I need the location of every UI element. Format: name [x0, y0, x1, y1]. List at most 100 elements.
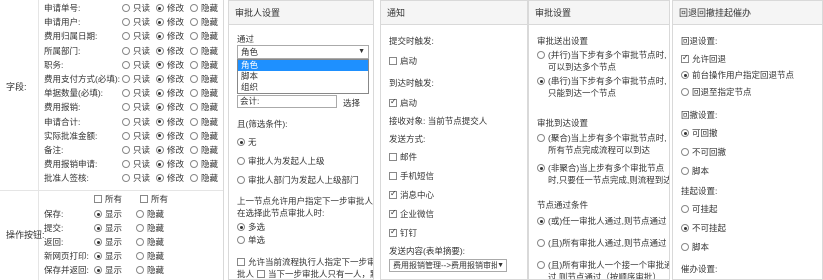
radio[interactable]: [121, 103, 130, 112]
radio[interactable]: [237, 138, 245, 146]
radio[interactable]: [189, 103, 198, 112]
radio[interactable]: [189, 117, 198, 126]
dropdown-option[interactable]: 角色: [238, 60, 368, 71]
field-option[interactable]: 隐藏: [189, 144, 218, 156]
radio-option[interactable]: 多选: [237, 221, 265, 233]
content-select[interactable]: 费用报销管理-->费用报销审批 ▼: [389, 259, 507, 272]
radio-option[interactable]: 不可回撤: [681, 146, 726, 158]
checkbox[interactable]: [389, 57, 397, 65]
radio[interactable]: [121, 174, 130, 183]
radio[interactable]: [155, 117, 164, 126]
button-option[interactable]: 隐藏: [136, 264, 164, 276]
radio-option[interactable]: (并行)当下步有多个审批节点时,可以到达多个节点: [537, 49, 669, 73]
field-option[interactable]: 隐藏: [189, 16, 218, 28]
field-option[interactable]: 修改: [155, 16, 184, 28]
checkbox[interactable]: [389, 97, 397, 107]
radio[interactable]: [155, 103, 164, 112]
radio[interactable]: [537, 134, 545, 142]
field-option[interactable]: 修改: [155, 30, 184, 42]
allow-current-option[interactable]: 允许当前流程执行人指定下一步审: [237, 256, 373, 268]
radio[interactable]: [94, 252, 102, 260]
field-option[interactable]: 修改: [155, 2, 184, 14]
checkbox[interactable]: [389, 227, 397, 237]
radio-option[interactable]: (或)任一审批人通过,则节点通过: [537, 215, 669, 227]
field-option[interactable]: 修改: [155, 45, 184, 57]
checkbox[interactable]: [681, 53, 689, 63]
field-option[interactable]: 隐藏: [189, 45, 218, 57]
radio[interactable]: [537, 164, 545, 172]
checkbox[interactable]: [389, 189, 397, 199]
accountant-field[interactable]: 会计:: [237, 95, 337, 108]
button-option[interactable]: 显示: [94, 236, 122, 248]
button-option[interactable]: 隐藏: [136, 250, 164, 262]
field-option[interactable]: 只读: [121, 116, 150, 128]
field-option[interactable]: 只读: [121, 101, 150, 113]
radio[interactable]: [155, 160, 164, 169]
field-option[interactable]: 隐藏: [189, 73, 218, 85]
radio[interactable]: [537, 261, 545, 269]
radio-option[interactable]: 无: [237, 136, 257, 148]
field-option[interactable]: 修改: [155, 130, 184, 142]
field-option[interactable]: 修改: [155, 59, 184, 71]
approver-type-select[interactable]: 角色 ▼: [237, 45, 369, 59]
select-button[interactable]: 选择: [343, 97, 360, 109]
field-option[interactable]: 只读: [121, 144, 150, 156]
radio[interactable]: [189, 4, 198, 12]
field-option[interactable]: 只读: [121, 87, 150, 99]
radio[interactable]: [681, 167, 689, 175]
radio[interactable]: [189, 146, 198, 154]
checkbox[interactable]: [257, 270, 266, 278]
radio[interactable]: [155, 32, 164, 41]
radio[interactable]: [155, 46, 164, 55]
radio-option[interactable]: 前台操作用户指定回退节点: [681, 69, 794, 81]
radio[interactable]: [537, 77, 545, 85]
radio[interactable]: [136, 224, 145, 232]
radio[interactable]: [94, 210, 102, 218]
radio[interactable]: [681, 129, 689, 137]
field-option[interactable]: 只读: [121, 130, 150, 142]
radio[interactable]: [155, 4, 164, 12]
checkbox[interactable]: [389, 153, 397, 161]
radio[interactable]: [189, 60, 198, 69]
radio[interactable]: [121, 75, 130, 83]
radio-option[interactable]: 可回撤: [681, 127, 718, 139]
field-option[interactable]: 只读: [121, 73, 150, 85]
button-option[interactable]: 显示: [94, 250, 122, 262]
button-option[interactable]: 隐藏: [136, 208, 164, 220]
radio-option[interactable]: 脚本: [681, 241, 709, 253]
radio[interactable]: [537, 217, 545, 225]
radio[interactable]: [121, 46, 130, 55]
radio[interactable]: [121, 18, 130, 27]
notify-method-option[interactable]: 钉钉: [389, 227, 417, 239]
field-option[interactable]: 隐藏: [189, 130, 218, 142]
radio[interactable]: [189, 75, 198, 83]
field-option[interactable]: 修改: [155, 144, 184, 156]
radio-option[interactable]: 审批人部门为发起人上级部门: [237, 174, 359, 186]
radio[interactable]: [94, 266, 102, 274]
radio[interactable]: [94, 224, 102, 232]
field-option[interactable]: 隐藏: [189, 2, 218, 14]
radio[interactable]: [681, 243, 689, 251]
radio[interactable]: [121, 89, 130, 98]
radio[interactable]: [121, 160, 130, 169]
radio[interactable]: [136, 238, 145, 246]
field-option[interactable]: 只读: [121, 172, 150, 184]
notify-method-option[interactable]: 企业微信: [389, 208, 434, 220]
radio[interactable]: [189, 32, 198, 41]
button-option[interactable]: 显示: [94, 222, 122, 234]
radio[interactable]: [155, 60, 164, 69]
radio[interactable]: [681, 205, 689, 213]
radio-option[interactable]: 回退至指定节点: [681, 86, 752, 98]
field-option[interactable]: 只读: [121, 30, 150, 42]
radio[interactable]: [537, 239, 545, 247]
radio[interactable]: [155, 146, 164, 154]
radio[interactable]: [155, 174, 164, 183]
notify-method-option[interactable]: 消息中心: [389, 189, 434, 201]
field-option[interactable]: 修改: [155, 73, 184, 85]
radio[interactable]: [237, 176, 245, 184]
field-option[interactable]: 修改: [155, 116, 184, 128]
radio[interactable]: [121, 146, 130, 154]
field-option[interactable]: 只读: [121, 45, 150, 57]
checkbox[interactable]: [94, 195, 102, 203]
radio-option[interactable]: 不可挂起: [681, 222, 726, 234]
